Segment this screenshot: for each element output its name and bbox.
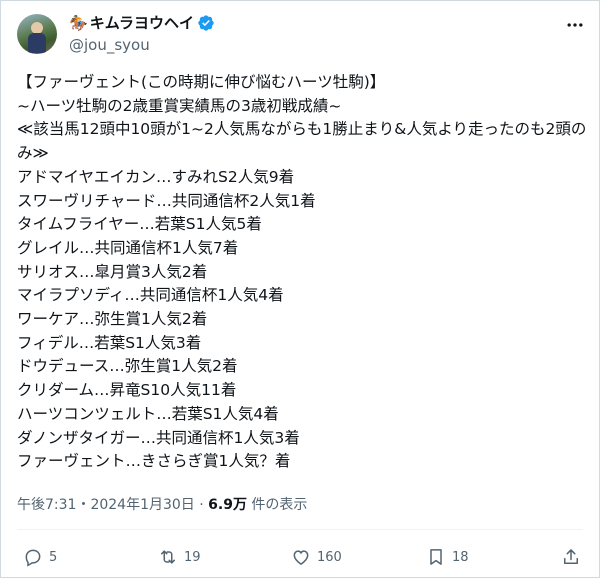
tweet-text: 【ファーヴェント(この時期に伸び悩むハーツ牡駒)】 ~ハーツ牡駒の2歳重賞実績馬…: [17, 73, 587, 471]
reply-count: 5: [49, 549, 58, 565]
author-name-row[interactable]: 🏇 キムラヨウヘイ: [69, 13, 215, 33]
reply-icon: [25, 549, 41, 567]
views-count: 6.9万: [208, 497, 247, 513]
divider: [17, 529, 583, 530]
author-handle[interactable]: @jou_syou: [69, 35, 150, 55]
bookmark-count: 18: [452, 549, 469, 565]
bookmark-button[interactable]: 18: [426, 542, 469, 572]
avatar[interactable]: [17, 14, 57, 54]
share-button[interactable]: [561, 542, 581, 572]
like-button[interactable]: 160: [291, 542, 342, 572]
bookmark-icon: [430, 549, 442, 565]
like-count: 160: [317, 549, 342, 565]
author-display-name[interactable]: キムラヨウヘイ: [90, 13, 194, 33]
share-icon: [564, 549, 578, 564]
repost-count: 19: [184, 549, 201, 565]
horse-racing-emoji: 🏇: [69, 14, 88, 32]
meta-separator-2: ·: [194, 497, 209, 513]
like-icon: [293, 550, 309, 565]
tweet-card: 🏇 キムラヨウヘイ @jou_syou 【ファーヴェント(この時期に伸び悩むハー…: [0, 0, 600, 578]
more-icon[interactable]: [565, 15, 585, 35]
reply-button[interactable]: 5: [23, 542, 57, 572]
views-label: 件の表示: [246, 497, 308, 513]
repost-button[interactable]: 19: [158, 542, 201, 572]
verified-badge-icon: [198, 15, 214, 31]
repost-icon: [161, 550, 175, 564]
meta-separator: ・: [76, 497, 91, 513]
tweet-time[interactable]: 午後7:31: [17, 497, 76, 513]
tweet-meta: 午後7:31・2024年1月30日 · 6.9万 件の表示: [17, 495, 307, 515]
tweet-date[interactable]: 2024年1月30日: [90, 497, 194, 513]
action-bar: 5 19 160 18: [1, 542, 600, 572]
